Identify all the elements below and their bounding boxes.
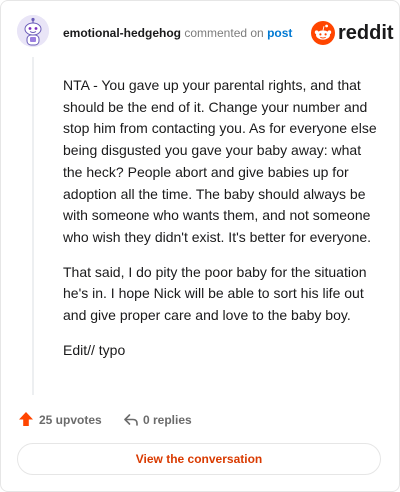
thread-line: [32, 57, 34, 395]
comment-paragraph: Edit// typo: [63, 341, 126, 358]
reddit-logo-icon: [311, 21, 335, 45]
action-text: commented on: [184, 26, 264, 40]
upvote-arrow-icon[interactable]: [18, 411, 34, 427]
reply-arrow-icon[interactable]: [123, 412, 139, 428]
comment-header: emotional-hedgehog commented on post red…: [1, 1, 399, 61]
byline: emotional-hedgehog commented on post: [63, 26, 292, 40]
snoo-avatar-icon[interactable]: [17, 15, 49, 47]
post-link[interactable]: post: [267, 26, 292, 40]
comment-card: emotional-hedgehog commented on post red…: [0, 0, 400, 492]
username-link[interactable]: emotional-hedgehog: [63, 26, 181, 40]
upvote-count[interactable]: 25 upvotes: [39, 413, 102, 427]
view-conversation-button[interactable]: View the conversation: [17, 443, 381, 475]
reply-count[interactable]: 0 replies: [143, 413, 192, 427]
comment-paragraph: That said, I do pity the poor baby for t…: [63, 263, 367, 324]
brand-wordmark: reddit: [338, 22, 394, 44]
comment-body: NTA - You gave up your parental rights, …: [63, 75, 381, 374]
comment-paragraph: NTA - You gave up your parental rights, …: [63, 77, 377, 245]
